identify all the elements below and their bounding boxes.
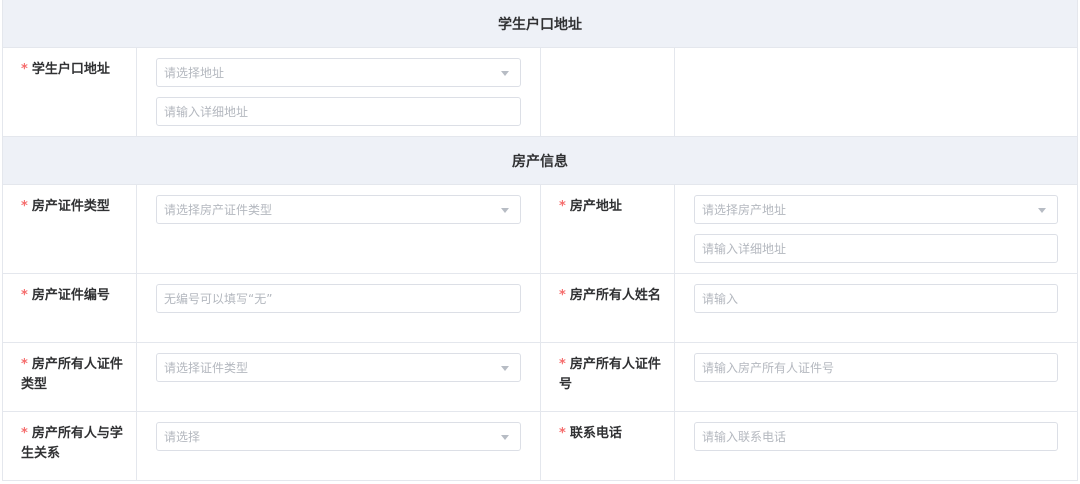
caret-down-icon — [1038, 208, 1046, 213]
required-mark: * — [559, 288, 566, 303]
owner-id-type-select[interactable]: 请选择证件类型 — [156, 353, 521, 382]
property-cert-type-select[interactable]: 请选择房产证件类型 — [156, 195, 521, 224]
section-title-property: 房产信息 — [3, 137, 1077, 185]
owner-id-number-input[interactable]: 请输入房产所有人证件号 — [694, 353, 1058, 382]
field-label-owner-name: * 房产所有人姓名 — [541, 274, 675, 342]
contact-phone-input[interactable]: 请输入联系电话 — [694, 422, 1058, 451]
required-mark: * — [21, 357, 28, 372]
required-mark: * — [559, 357, 566, 372]
household-detail-address-input[interactable]: 请输入详细地址 — [156, 97, 521, 126]
empty-value-cell — [675, 48, 1077, 136]
field-label-property-cert-number: * 房产证件编号 — [3, 274, 137, 342]
property-detail-address-input[interactable]: 请输入详细地址 — [694, 234, 1058, 263]
field-value-owner-id-number: 请输入房产所有人证件号 — [675, 343, 1077, 411]
required-mark: * — [21, 62, 28, 77]
owner-name-input[interactable]: 请输入 — [694, 284, 1058, 313]
empty-label-cell — [541, 48, 675, 136]
caret-down-icon — [501, 71, 509, 76]
field-value-property-address: 请选择房产地址 请输入详细地址 — [675, 185, 1077, 273]
required-mark: * — [21, 426, 28, 441]
required-mark: * — [559, 426, 566, 441]
field-label-owner-id-type: * 房产所有人证件类型 — [3, 343, 137, 411]
form-row-household-address: * 学生户口地址 请选择地址 请输入详细地址 — [3, 48, 1077, 137]
field-value-property-cert-number: 无编号可以填写“无” — [137, 274, 541, 342]
owner-relationship-select[interactable]: 请选择 — [156, 422, 521, 451]
field-value-owner-id-type: 请选择证件类型 — [137, 343, 541, 411]
required-mark: * — [559, 199, 566, 214]
required-mark: * — [21, 288, 28, 303]
field-value-household-address: 请选择地址 请输入详细地址 — [137, 48, 541, 136]
field-value-property-cert-type: 请选择房产证件类型 — [137, 185, 541, 273]
property-cert-number-input[interactable]: 无编号可以填写“无” — [156, 284, 521, 313]
form-row-owner-id-type: * 房产所有人证件类型 请选择证件类型 * 房产所有人证件号 请输入房产所有人证件号 — [3, 343, 1077, 412]
caret-down-icon — [501, 208, 509, 213]
field-value-owner-relationship: 请选择 — [137, 412, 541, 480]
field-label-owner-relationship: * 房产所有人与学生关系 — [3, 412, 137, 480]
form-row-owner-relationship: * 房产所有人与学生关系 请选择 * 联系电话 请输入联系电话 — [3, 412, 1077, 481]
form-row-property-cert-number: * 房产证件编号 无编号可以填写“无” * 房产所有人姓名 请输入 — [3, 274, 1077, 343]
field-label-property-address: * 房产地址 — [541, 185, 675, 273]
household-address-select[interactable]: 请选择地址 — [156, 58, 521, 87]
field-value-owner-name: 请输入 — [675, 274, 1077, 342]
caret-down-icon — [501, 435, 509, 440]
field-label-property-cert-type: * 房产证件类型 — [3, 185, 137, 273]
field-label-owner-id-number: * 房产所有人证件号 — [541, 343, 675, 411]
field-label-household-address: * 学生户口地址 — [3, 48, 137, 136]
required-mark: * — [21, 199, 28, 214]
field-label-contact-phone: * 联系电话 — [541, 412, 675, 480]
household-property-form: 学生户口地址 * 学生户口地址 请选择地址 请输入详细地址 房产信息 * 房产证件类… — [2, 0, 1078, 481]
form-row-property-cert-type: * 房产证件类型 请选择房产证件类型 * 房产地址 请选择房产地址 请输入详细地址 — [3, 185, 1077, 274]
caret-down-icon — [501, 366, 509, 371]
property-address-select[interactable]: 请选择房产地址 — [694, 195, 1058, 224]
field-value-contact-phone: 请输入联系电话 — [675, 412, 1077, 480]
section-title-household: 学生户口地址 — [3, 0, 1077, 48]
